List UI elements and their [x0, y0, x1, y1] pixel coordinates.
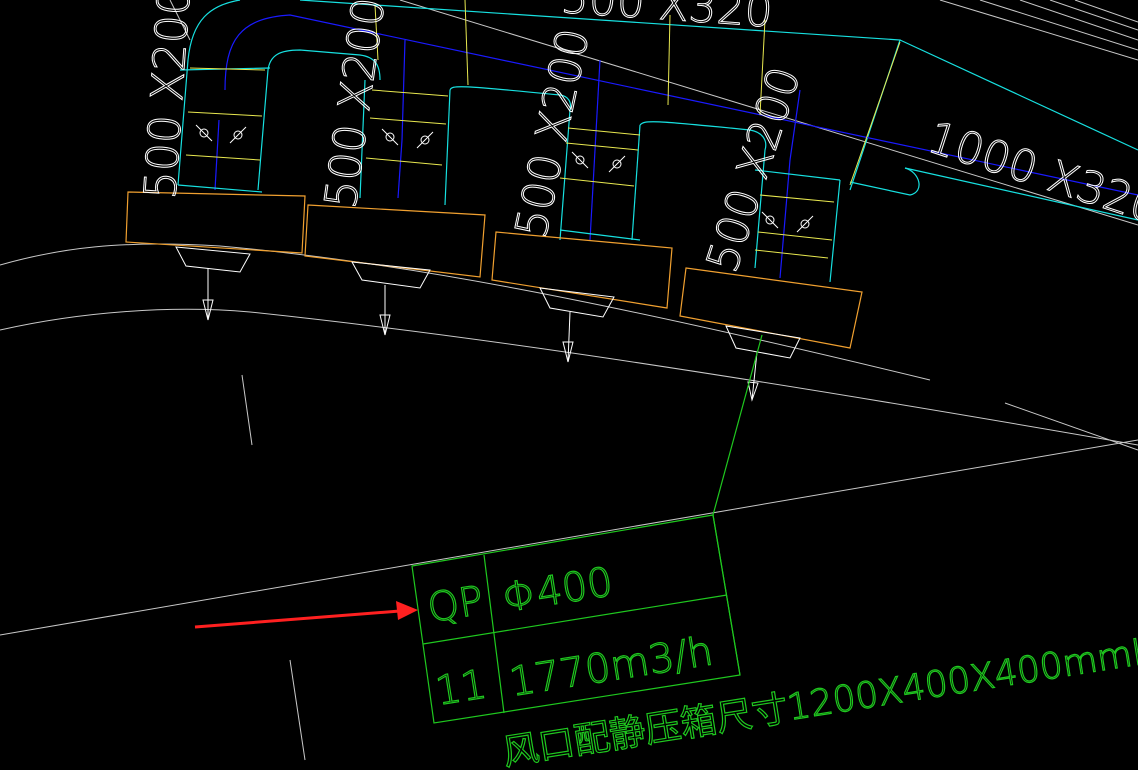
duct-size-label-branch-3: 500 X200: [506, 24, 600, 242]
branch-duct-3[interactable]: [449, 14, 766, 363]
duct-size-label-right: 1000 X320: [922, 112, 1138, 235]
reference-line: [1074, 0, 1138, 23]
damper-symbol: [195, 124, 247, 144]
tag-quantity: 11: [432, 661, 489, 714]
tag-airflow: 1770m3/h: [506, 628, 716, 706]
damper-symbol: [381, 128, 434, 149]
curved-reference-line: [0, 243, 931, 381]
cad-drawing-canvas[interactable]: 500 X320 1000 X320 500 X200 500 X200 500…: [0, 0, 1138, 770]
damper-symbol: [571, 151, 626, 173]
diffuser-symbol: [351, 261, 431, 336]
duct-size-label-branch-2: 500 X200: [315, 0, 395, 212]
tag-diameter: Φ400: [499, 559, 616, 622]
duct-size-label-branch-1: 500 X200: [135, 0, 201, 201]
tag-leader-line: [712, 334, 763, 676]
duct-size-label-top: 500 X320: [559, 0, 774, 38]
annotation-arrow: [194, 601, 418, 629]
diffuser-box[interactable]: [125, 191, 306, 254]
diffuser-box[interactable]: [491, 231, 673, 309]
reference-line: [979, 0, 1138, 51]
diffuser-box[interactable]: [679, 267, 863, 349]
tag-type-code: QP: [424, 578, 486, 632]
damper-symbol: [761, 211, 814, 233]
diffuser-symbol: [539, 287, 615, 363]
duct-size-label-branch-4: 500 X200: [697, 61, 811, 278]
reference-line: [241, 374, 253, 446]
reference-line: [1019, 0, 1138, 41]
reference-line: [1004, 402, 1138, 451]
reference-line: [289, 659, 306, 761]
